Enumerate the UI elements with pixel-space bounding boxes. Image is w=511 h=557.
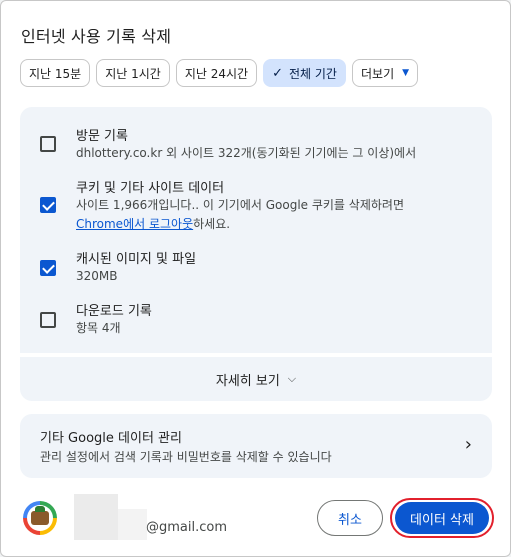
chip-more-dropdown[interactable]: 더보기 ▼ <box>351 59 419 87</box>
show-more-button[interactable]: 자세히 보기 ⌵ <box>20 357 492 401</box>
chip-all-time[interactable]: ✓ 전체 기간 <box>263 59 346 87</box>
redacted-name-block <box>74 494 118 540</box>
item-download-history[interactable]: 다운로드 기록 항목 4개 <box>20 300 492 346</box>
show-more-label: 자세히 보기 <box>215 373 280 389</box>
sign-out-link[interactable]: Chrome에서 로그아웃 <box>76 217 193 231</box>
item-cookies[interactable]: 쿠키 및 기타 사이트 데이터 사이트 1,966개입니다.. 이 기기에서 G… <box>20 177 492 241</box>
redacted-name-block <box>118 509 147 540</box>
chip-label: 더보기 <box>360 66 395 81</box>
checkbox-cached-images[interactable] <box>40 260 56 276</box>
cancel-button[interactable]: 취소 <box>317 500 383 536</box>
item-subtitle: 사이트 1,966개입니다.. 이 기기에서 Google 쿠키를 삭제하려면 <box>76 198 404 212</box>
chevron-right-icon: › <box>464 434 472 455</box>
item-title: 캐시된 이미지 및 파일 <box>76 252 197 267</box>
clear-browsing-data-dialog: 인터넷 사용 기록 삭제 지난 15분 지난 1시간 지난 24시간 ✓ 전체 기… <box>0 0 511 557</box>
checkbox-cookies[interactable] <box>40 197 56 213</box>
item-browsing-history[interactable]: 방문 기록 dhlottery.co.kr 외 사이트 322개(동기화된 기기… <box>20 125 492 175</box>
item-subtitle: dhlottery.co.kr 외 사이트 322개(동기화된 기기에는 그 이… <box>76 146 417 160</box>
item-title: 쿠키 및 기타 사이트 데이터 <box>76 181 225 196</box>
dialog-title: 인터넷 사용 기록 삭제 <box>21 27 172 46</box>
data-types-panel: 방문 기록 dhlottery.co.kr 외 사이트 322개(동기화된 기기… <box>20 107 492 353</box>
chip-label: 전체 기간 <box>289 66 337 81</box>
chip-last-24-hours[interactable]: 지난 24시간 <box>175 59 258 87</box>
google-data-subtitle: 관리 설정에서 검색 기록과 비밀번호를 삭제할 수 있습니다 <box>40 450 332 464</box>
chip-last-hour[interactable]: 지난 1시간 <box>96 59 170 87</box>
item-subtitle: 320MB <box>76 269 118 283</box>
item-subtitle: 항목 4개 <box>76 321 121 335</box>
item-subtitle-rest: 하세요. <box>193 217 231 231</box>
chip-label: 지난 15분 <box>29 66 82 81</box>
checkbox-download-history[interactable] <box>40 312 56 328</box>
time-range-chips: 지난 15분 지난 1시간 지난 24시간 ✓ 전체 기간 더보기 ▼ <box>20 59 419 87</box>
caret-down-icon: ▼ <box>402 68 410 78</box>
item-title: 방문 기록 <box>76 129 128 144</box>
chevron-down-icon: ⌵ <box>287 372 297 385</box>
chip-last-15-min[interactable]: 지난 15분 <box>20 59 91 87</box>
chip-label: 지난 1시간 <box>105 66 161 81</box>
item-subtitle-line2: Chrome에서 로그아웃하세요. <box>76 214 230 234</box>
account-email: @gmail.com <box>146 520 228 535</box>
item-cached-images[interactable]: 캐시된 이미지 및 파일 320MB <box>20 248 492 294</box>
checkbox-browsing-history[interactable] <box>40 136 56 152</box>
delete-data-button[interactable]: 데이터 삭제 <box>395 502 489 534</box>
google-data-title: 기타 Google 데이터 관리 <box>40 431 182 446</box>
highlight-ring: 데이터 삭제 <box>390 498 494 538</box>
item-title: 다운로드 기록 <box>76 304 152 319</box>
chip-label: 지난 24시간 <box>184 66 249 81</box>
profile-avatar <box>23 501 57 535</box>
manage-google-data-card[interactable]: 기타 Google 데이터 관리 관리 설정에서 검색 기록과 비밀번호를 삭제… <box>20 414 492 478</box>
check-icon: ✓ <box>272 65 283 81</box>
